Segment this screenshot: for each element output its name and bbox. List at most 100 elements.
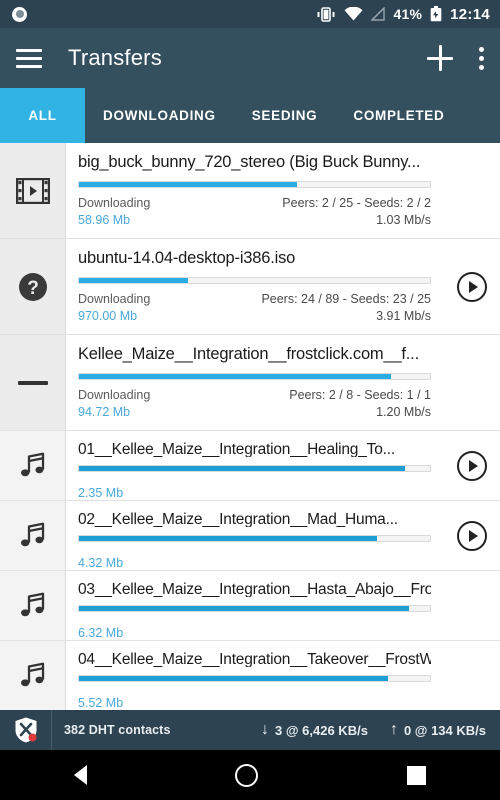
more-vertical-icon[interactable] [479, 46, 484, 70]
transfer-peers: Peers: 24 / 89 - Seeds: 23 / 25 [261, 292, 431, 306]
app-bar: Transfers [0, 28, 500, 88]
progress-bar-fill [79, 466, 406, 471]
play-button[interactable] [444, 431, 500, 500]
transfer-row[interactable]: 04__Kellee_Maize__Integration__Takeover_… [0, 641, 500, 710]
upload-rate: ↑ 0 @ 134 KB/s [390, 722, 486, 738]
transfer-row[interactable]: 01__Kellee_Maize__Integration__Healing_T… [0, 431, 500, 501]
transfer-status: Downloading [78, 388, 151, 402]
download-rate: ↓ 3 @ 6,426 KB/s [261, 722, 368, 738]
clock-label: 12:14 [450, 5, 490, 23]
transfer-peers: Peers: 2 / 25 - Seeds: 2 / 2 [282, 196, 431, 210]
folder-dash-icon [0, 335, 66, 430]
audio-file-icon [0, 501, 66, 570]
play-button[interactable] [444, 239, 500, 334]
transfer-peers: Peers: 2 / 8 - Seeds: 1 / 1 [289, 388, 431, 402]
page-title: Transfers [68, 45, 162, 70]
transfer-meta: 5.52 Mb [78, 690, 431, 710]
transfer-meta: 4.32 Mb [78, 550, 431, 570]
transfer-row-body: 01__Kellee_Maize__Integration__Healing_T… [66, 431, 444, 500]
video-file-icon [0, 143, 66, 238]
transfer-meta-left: Downloading 58.96 Mb [78, 196, 150, 227]
transfer-title: Kellee_Maize__Integration__frostclick.co… [78, 345, 419, 363]
download-rate-label: 3 @ 6,426 KB/s [275, 722, 368, 738]
transfer-size: 4.32 Mb [78, 556, 124, 570]
transfer-speed: 3.91 Mb/s [376, 309, 431, 323]
row-action-spacer [444, 143, 500, 238]
wifi-icon [344, 6, 363, 21]
record-dot-icon [12, 6, 27, 22]
transfer-row-body: 04__Kellee_Maize__Integration__Takeover_… [66, 641, 444, 710]
arrow-up-icon: ↑ [389, 721, 398, 738]
progress-bar [78, 181, 431, 188]
nav-back-icon[interactable] [74, 765, 88, 785]
progress-bar [78, 605, 431, 612]
transfer-meta-left: 4.32 Mb [78, 550, 123, 570]
transfer-title: big_buck_bunny_720_stereo (Big Buck Bunn… [78, 153, 421, 171]
tab-downloading[interactable]: DOWNLOADING [85, 88, 234, 143]
transfer-meta-left: 5.52 Mb [78, 690, 123, 710]
transfer-row-body: ubuntu-14.04-desktop-i386.iso Downloading… [66, 239, 444, 334]
signal-off-icon [369, 6, 386, 21]
transfer-title: 01__Kellee_Maize__Integration__Healing_T… [78, 441, 395, 458]
progress-bar-fill [79, 182, 297, 187]
transfer-size: 5.52 Mb [78, 696, 124, 710]
transfer-meta-right: Peers: 24 / 89 - Seeds: 23 / 25 3.91 Mb/s [261, 292, 431, 323]
tab-bar: ALL DOWNLOADING SEEDING COMPLETED [0, 88, 500, 143]
hamburger-menu-icon[interactable] [16, 48, 42, 68]
play-button[interactable] [444, 501, 500, 570]
tab-all[interactable]: ALL [0, 88, 85, 143]
transfer-meta-left: Downloading 94.72 Mb [78, 388, 150, 419]
transfer-row-body: 02__Kellee_Maize__Integration__Mad_Huma.… [66, 501, 444, 570]
transfer-meta: 2.35 Mb [78, 480, 431, 500]
transfer-meta: Downloading 58.96 Mb Peers: 2 / 25 - Seeds… [78, 196, 431, 227]
transfer-meta: 6.32 Mb [78, 620, 431, 640]
nav-recents-icon[interactable] [406, 765, 426, 785]
transfer-size: 970.00 Mb [78, 309, 138, 323]
transfer-size: 94.72 Mb [78, 405, 131, 419]
transfer-meta-left: 2.35 Mb [78, 480, 123, 500]
transfer-speed: 1.20 Mb/s [376, 405, 431, 419]
progress-bar [78, 465, 431, 472]
transfer-meta-right: Peers: 2 / 8 - Seeds: 1 / 1 1.20 Mb/s [289, 388, 431, 419]
row-action-spacer [444, 641, 500, 710]
transfer-size: 58.96 Mb [78, 213, 131, 227]
play-icon [457, 520, 487, 551]
transfer-row[interactable]: big_buck_bunny_720_stereo (Big Buck Bunn… [0, 143, 500, 239]
audio-file-icon [0, 641, 66, 710]
status-right-group: 41% 12:14 [316, 6, 491, 23]
bottom-status-bar: 382 DHT contacts ↓ 3 @ 6,426 KB/s ↑ 0 @ … [0, 710, 500, 750]
transfer-title: 03__Kellee_Maize__Integration__Hasta_Aba… [78, 581, 431, 598]
transfer-meta: Downloading 94.72 Mb Peers: 2 / 8 - Seeds:… [78, 388, 431, 419]
unknown-file-icon: ? [0, 239, 66, 334]
transfer-speed: 1.03 Mb/s [376, 213, 431, 227]
audio-file-icon [0, 431, 66, 500]
transfer-row[interactable]: 03__Kellee_Maize__Integration__Hasta_Aba… [0, 571, 500, 641]
transfer-row[interactable]: ? ubuntu-14.04-desktop-i386.iso Downloadin… [0, 239, 500, 335]
progress-bar-fill [79, 374, 392, 379]
transfer-list: big_buck_bunny_720_stereo (Big Buck Bunn… [0, 143, 500, 710]
nav-home-icon[interactable] [235, 763, 259, 787]
progress-bar [78, 535, 431, 542]
transfer-row-body: 03__Kellee_Maize__Integration__Hasta_Aba… [66, 571, 444, 640]
app-bar-actions [427, 45, 484, 71]
battery-percent-label: 41% [393, 6, 423, 22]
progress-bar [78, 675, 431, 682]
tab-seeding[interactable]: SEEDING [234, 88, 336, 143]
status-left-group [12, 6, 27, 22]
transfer-row[interactable]: 02__Kellee_Maize__Integration__Mad_Huma.… [0, 501, 500, 571]
transfer-size: 6.32 Mb [78, 626, 124, 640]
transfer-row[interactable]: Kellee_Maize__Integration__frostclick.co… [0, 335, 500, 431]
transfer-title: ubuntu-14.04-desktop-i386.iso [78, 249, 296, 267]
progress-bar-fill [79, 676, 388, 681]
transfer-title: 04__Kellee_Maize__Integration__Takeover_… [78, 651, 431, 668]
transfer-status: Downloading [78, 196, 151, 210]
row-action-spacer [444, 335, 500, 430]
plus-icon[interactable] [427, 45, 453, 71]
tab-completed[interactable]: COMPLETED [335, 88, 462, 143]
transfer-rates: ↓ 3 @ 6,426 KB/s ↑ 0 @ 134 KB/s [261, 722, 500, 738]
vpn-shield-off-icon[interactable] [0, 710, 52, 750]
dht-status-label: 382 DHT contacts [64, 723, 171, 737]
arrow-down-icon: ↓ [261, 721, 270, 738]
transfer-meta-left: Downloading 970.00 Mb [78, 292, 150, 323]
play-icon [457, 450, 487, 481]
